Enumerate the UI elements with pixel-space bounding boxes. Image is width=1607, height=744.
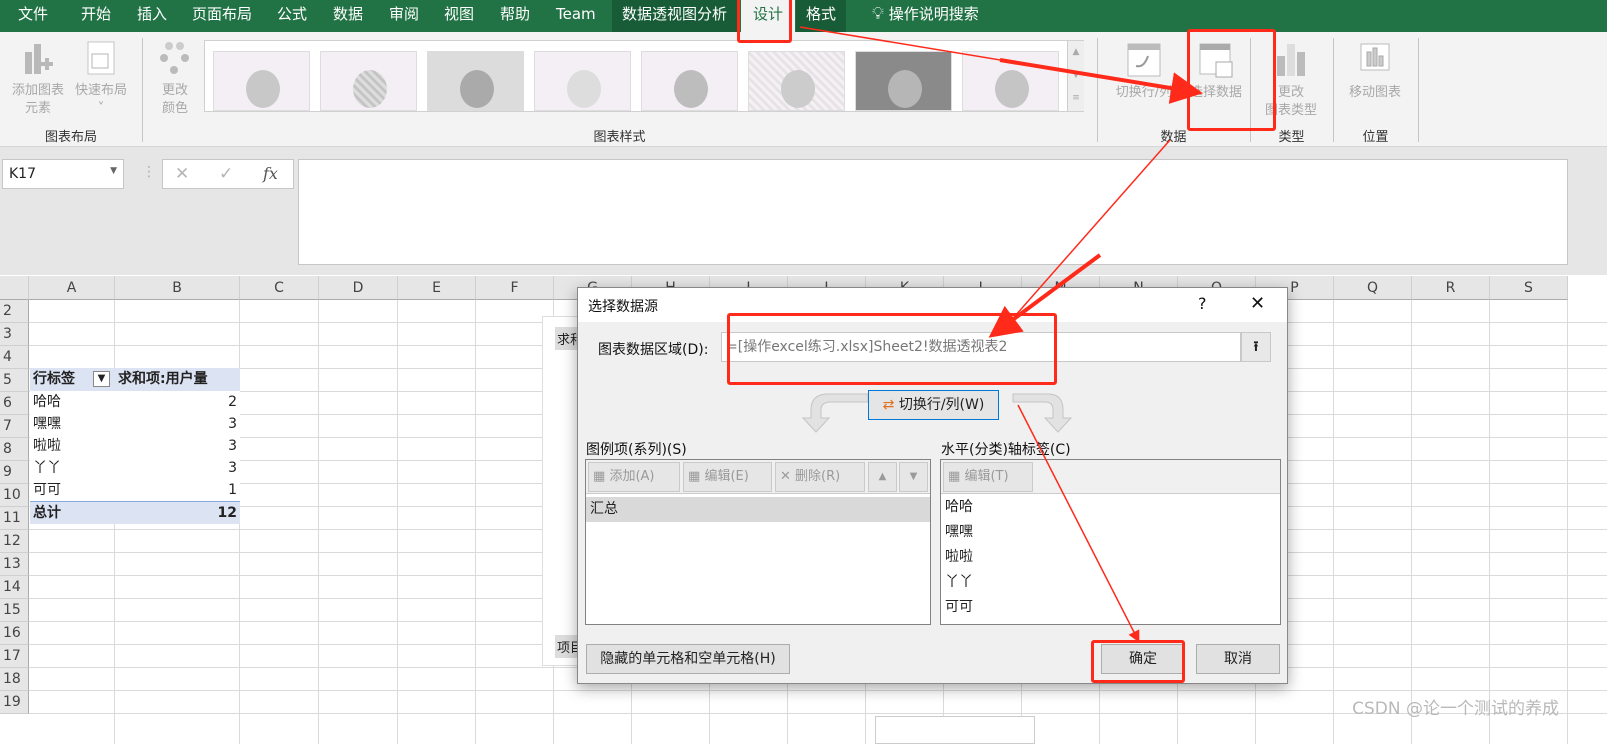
arrow-to-ok <box>1017 404 1140 643</box>
arrow-to-select-data <box>999 58 1203 104</box>
arrow-to-range <box>988 253 1102 338</box>
annotation-arrows <box>799 26 1203 643</box>
watermark: CSDN @论一个测试的养成 <box>1352 699 1559 719</box>
arrow-thin-line-2 <box>999 139 1171 334</box>
